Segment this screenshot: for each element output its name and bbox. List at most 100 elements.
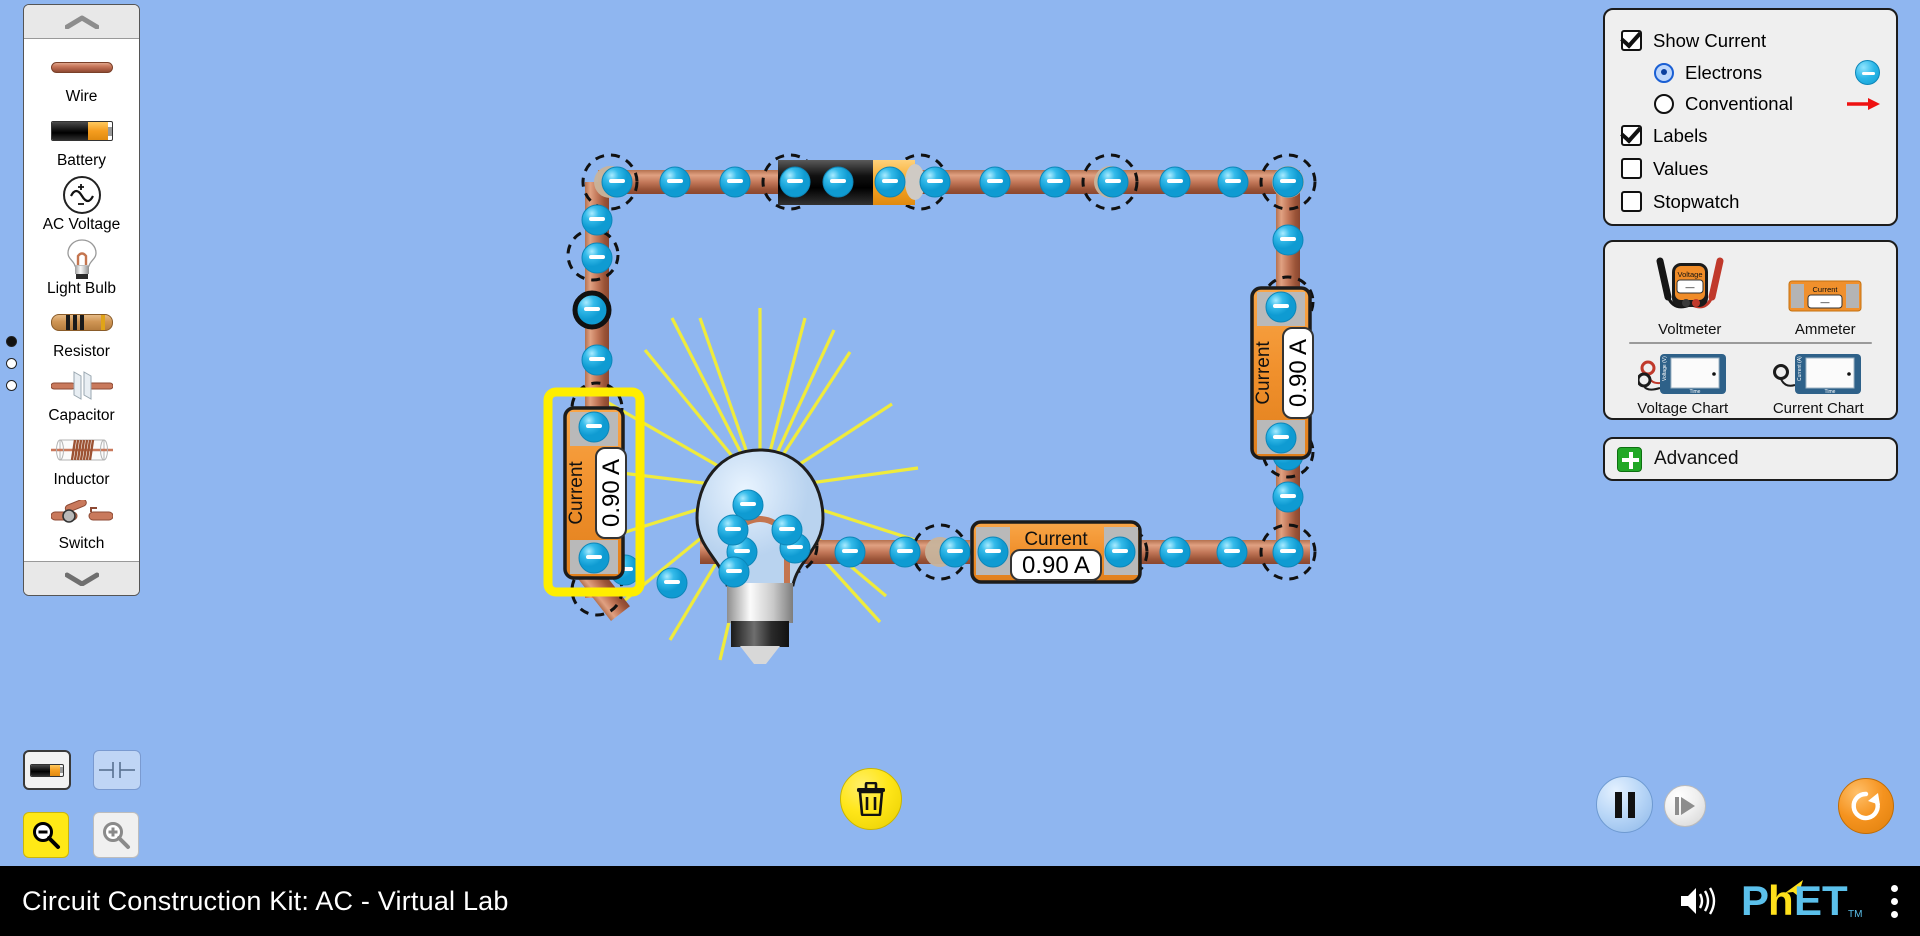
- ammeter-bottom[interactable]: Current 0.90 A: [970, 520, 1142, 584]
- display-options-panel: Show Current Electrons Conventional Labe…: [1603, 8, 1898, 226]
- phet-logo-tm: TM: [1848, 909, 1862, 920]
- step-forward-button[interactable]: [1664, 785, 1706, 827]
- vertex-marker[interactable]: [761, 153, 819, 211]
- carousel-item-wire[interactable]: Wire: [24, 47, 139, 106]
- carousel-item-label: Light Bulb: [47, 279, 116, 297]
- vertex-marker[interactable]: [570, 381, 624, 435]
- electrons-radio[interactable]: [1654, 62, 1674, 83]
- vertex-marker[interactable]: [761, 517, 819, 575]
- ammeter-right[interactable]: Current 0.90 A: [1250, 286, 1314, 460]
- carousel-item-label: Resistor: [53, 343, 110, 361]
- trash-icon: [857, 782, 885, 816]
- pause-button[interactable]: [1596, 776, 1653, 833]
- carousel-scroll-down-button[interactable]: [24, 561, 139, 595]
- wire-segment[interactable]: [1276, 450, 1300, 560]
- junction[interactable]: [1272, 166, 1304, 198]
- switch-icon: [50, 494, 113, 534]
- ammeter-tool[interactable]: Current — Ammeter: [1787, 273, 1863, 338]
- vertex-marker[interactable]: [581, 153, 639, 211]
- sound-on-icon[interactable]: [1679, 885, 1719, 917]
- current-chart-tool[interactable]: Current (A) Time Current Chart: [1773, 350, 1864, 417]
- vertex-marker[interactable]: [1081, 153, 1139, 211]
- vertex-marker[interactable]: [1259, 523, 1317, 581]
- values-checkbox[interactable]: [1621, 158, 1642, 179]
- phet-logo[interactable]: P h ET TM: [1741, 879, 1865, 923]
- electrons: [572, 166, 1304, 599]
- wire-segment[interactable]: [585, 560, 609, 598]
- junction[interactable]: [1105, 537, 1135, 567]
- carousel-scroll-up-button[interactable]: [24, 5, 139, 39]
- expand-plus-icon[interactable]: [1617, 446, 1642, 472]
- circuit-wires[interactable]: [574, 170, 1310, 622]
- wire-segment[interactable]: [574, 558, 630, 622]
- junction[interactable]: [776, 532, 804, 560]
- battery[interactable]: [778, 160, 925, 205]
- vertex-marker[interactable]: [570, 563, 624, 617]
- junction[interactable]: [925, 537, 955, 567]
- wire-segment[interactable]: [598, 170, 798, 194]
- zoom-in-button[interactable]: [93, 812, 139, 858]
- trash-button[interactable]: [840, 768, 902, 830]
- step-forward-icon: [1675, 797, 1695, 815]
- view-mode-radio-1[interactable]: [6, 336, 17, 347]
- carousel-item-light-bulb[interactable]: Light Bulb: [24, 238, 139, 298]
- show-current-checkbox[interactable]: [1621, 30, 1642, 51]
- current-chart-icon: Current (A) Time: [1773, 354, 1862, 395]
- view-mode-radio-2[interactable]: [6, 358, 17, 369]
- stopwatch-checkbox-row[interactable]: Stopwatch: [1621, 185, 1880, 218]
- ammeter-readout-title: Current: [1813, 285, 1839, 294]
- battery-view-button[interactable]: [23, 750, 71, 790]
- view-mode-radio-3[interactable]: [6, 380, 17, 391]
- voltmeter-tool[interactable]: Voltage — Voltmeter: [1638, 253, 1742, 338]
- stopwatch-checkbox[interactable]: [1621, 191, 1642, 212]
- show-current-label: Show Current: [1653, 29, 1767, 51]
- vertex-marker[interactable]: [891, 153, 949, 211]
- circuit-junctions[interactable]: [594, 166, 1304, 567]
- reset-all-button[interactable]: [1838, 778, 1894, 834]
- vertex-marker[interactable]: [911, 523, 969, 581]
- junction[interactable]: [1273, 537, 1303, 567]
- carousel-item-label: Battery: [56, 152, 107, 170]
- schematic-view-button[interactable]: [93, 750, 141, 790]
- conventional-radio[interactable]: [1654, 93, 1674, 114]
- light-bulb[interactable]: [695, 448, 825, 664]
- carousel-item-ac-voltage[interactable]: AC Voltage: [24, 175, 139, 234]
- vertex-marker[interactable]: [1259, 153, 1317, 211]
- advanced-accordion[interactable]: Advanced: [1603, 437, 1898, 481]
- wire-segment[interactable]: [585, 182, 609, 432]
- ammeter-value: 0.90 A: [598, 459, 625, 527]
- labels-checkbox-row[interactable]: Labels: [1621, 119, 1880, 152]
- show-current-checkbox-row[interactable]: Show Current: [1621, 24, 1880, 57]
- ammeter-title: Current: [1253, 341, 1274, 405]
- vertex-markers[interactable]: [566, 153, 1317, 619]
- carousel-item-capacitor[interactable]: Capacitor: [24, 366, 139, 425]
- vertex-marker[interactable]: [1261, 275, 1315, 329]
- wire-segment[interactable]: [880, 170, 1300, 194]
- zoom-out-button[interactable]: [23, 812, 69, 858]
- junction[interactable]: [594, 166, 626, 198]
- vertex-marker[interactable]: [1261, 425, 1315, 479]
- wire-segment[interactable]: [1130, 540, 1310, 564]
- vertex-marker[interactable]: [731, 561, 789, 619]
- voltage-chart-tool[interactable]: Voltage (V) Time Voltage Chart: [1637, 350, 1728, 417]
- carousel-item-inductor[interactable]: Inductor: [24, 430, 139, 489]
- vertex-marker[interactable]: [566, 228, 620, 282]
- labels-label: Labels: [1653, 124, 1708, 146]
- carousel-item-label: AC Voltage: [42, 215, 121, 233]
- carousel-item-battery[interactable]: Battery: [24, 111, 139, 170]
- kebab-menu-icon[interactable]: [1887, 881, 1902, 922]
- ammeter-left[interactable]: Current 0.90 A: [543, 387, 645, 597]
- electrons-radio-row[interactable]: Electrons: [1621, 57, 1880, 88]
- wire-segment[interactable]: [1276, 182, 1300, 290]
- wire-segment[interactable]: [700, 540, 970, 564]
- voltmeter-label: Voltmeter: [1658, 321, 1722, 338]
- values-checkbox-row[interactable]: Values: [1621, 152, 1880, 185]
- labels-checkbox[interactable]: [1621, 125, 1642, 146]
- carousel-item-switch[interactable]: Switch: [24, 494, 139, 553]
- conventional-radio-row[interactable]: Conventional: [1621, 88, 1880, 119]
- vertex-marker[interactable]: [1091, 523, 1149, 581]
- junction[interactable]: [1094, 166, 1126, 198]
- wire-icon: [50, 47, 113, 87]
- carousel-item-resistor[interactable]: Resistor: [24, 302, 139, 361]
- red-arrow-icon: [1847, 97, 1880, 110]
